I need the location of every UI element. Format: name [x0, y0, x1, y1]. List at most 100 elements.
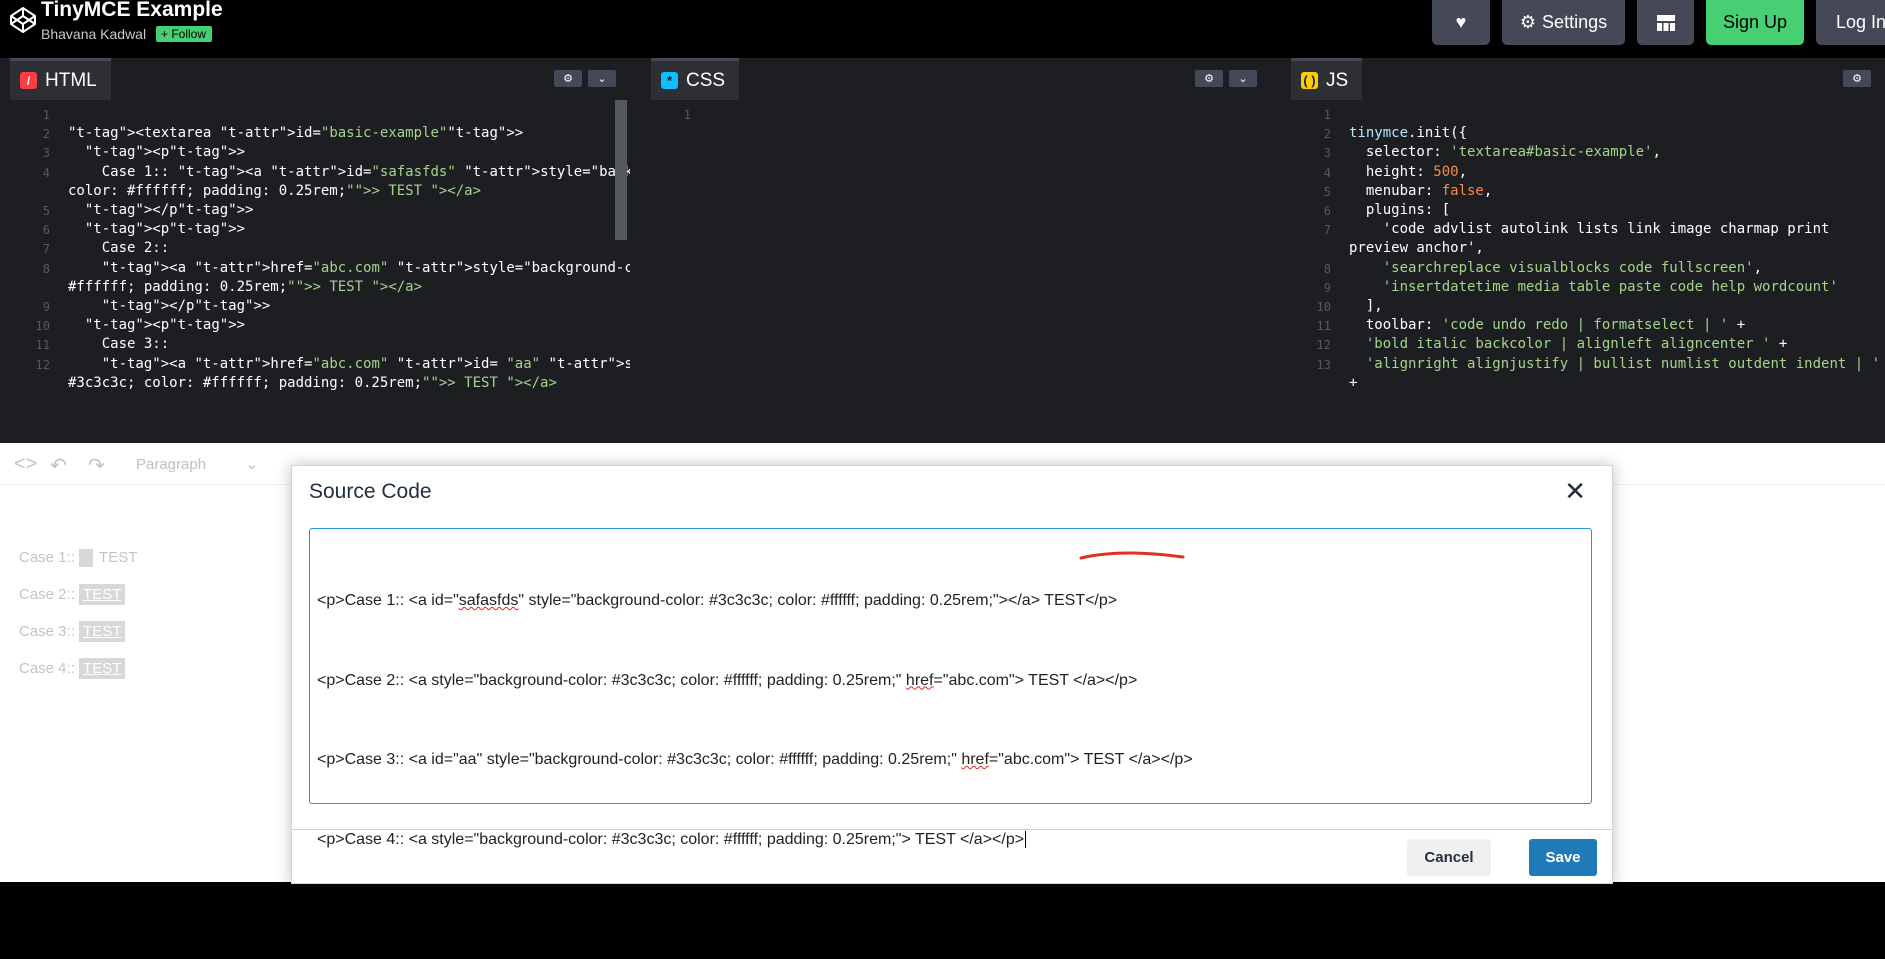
html-collapse-button[interactable]: ⌄: [588, 70, 616, 87]
code-line: 'searchreplace visualblocks code fullscr…: [1382, 259, 1763, 276]
css-settings-button[interactable]: ⚙: [1195, 70, 1223, 87]
settings-button[interactable]: ⚙ Settings: [1502, 0, 1625, 45]
settings-label: Settings: [1542, 12, 1608, 32]
login-button[interactable]: Log In: [1816, 0, 1885, 45]
codepen-logo-icon[interactable]: [9, 6, 37, 34]
tab-html[interactable]: / HTML: [10, 58, 111, 100]
line-number: 8: [42, 261, 50, 276]
code-line: 'insertdatetime media table paste code h…: [1382, 278, 1838, 295]
editor-paragraph: Case 2:: TEST: [19, 584, 126, 605]
heart-icon: ♥: [1455, 12, 1467, 32]
chevron-down-icon: ⌄: [245, 456, 258, 473]
editor-panels: / HTML ⚙ ⌄ 1 2 "t-tag"><textarea "t-attr">…: [0, 58, 1885, 443]
html-panel: / HTML ⚙ ⌄ 1 2 "t-tag"><textarea "t-attr">…: [10, 58, 630, 443]
code-line: menubar: false,: [1349, 182, 1493, 199]
pen-title[interactable]: TinyMCE Example: [41, 0, 223, 22]
follow-button[interactable]: + Follow: [156, 26, 213, 42]
case-label: Case 2::: [19, 586, 80, 603]
gear-icon: ⚙: [1852, 73, 1862, 85]
chevron-down-icon: ⌄: [597, 73, 607, 85]
source-code-icon[interactable]: <>: [14, 453, 37, 476]
code-line: "t-tag"><a "t-attr">href="abc.com" "t-at…: [101, 259, 630, 276]
line-number: 12: [35, 357, 50, 372]
code-line: selector: 'textarea#basic-example',: [1349, 144, 1661, 161]
case-link[interactable]: TEST: [79, 658, 126, 679]
tab-js-label: JS: [1326, 69, 1349, 91]
anchor-icon[interactable]: [79, 549, 94, 568]
line-number: 2: [42, 127, 50, 142]
signup-button[interactable]: Sign Up: [1706, 0, 1804, 45]
redo-icon[interactable]: ↷: [88, 453, 105, 478]
line-number: 8: [1323, 261, 1331, 276]
js-badge-icon: ( ): [1301, 72, 1318, 89]
css-panel: * CSS ⚙ ⌄ 1: [651, 58, 1271, 443]
js-settings-button[interactable]: ⚙: [1843, 70, 1871, 87]
code-line: "t-tag"><p"t-tag">>: [84, 317, 246, 334]
line-number: 7: [1323, 223, 1331, 238]
line-number: 6: [1323, 204, 1331, 218]
chevron-down-icon: ⌄: [1238, 73, 1248, 85]
source-line: <p>Case 3:: <a id="aa" style="background…: [317, 751, 1193, 768]
case-link[interactable]: TEST: [79, 621, 126, 642]
layout-icon: [1656, 14, 1675, 31]
like-button[interactable]: ♥: [1432, 0, 1490, 45]
layout-button[interactable]: [1637, 0, 1694, 45]
html-tabbar: / HTML ⚙ ⌄: [10, 58, 630, 100]
css-code-editor[interactable]: 1: [651, 100, 1271, 443]
code-line: #ffffff; padding: 0.25rem;"">> TEST "></…: [68, 278, 423, 295]
code-line: 'code advlist autolink lists link image …: [1349, 221, 1830, 238]
code-line: ],: [1349, 298, 1383, 314]
code-line: Case 3::: [68, 336, 170, 353]
css-collapse-button[interactable]: ⌄: [1229, 70, 1257, 87]
code-line: "t-tag"><textarea "t-attr">id="basic-exa…: [68, 125, 524, 142]
save-button[interactable]: Save: [1529, 839, 1597, 876]
case-text: TEST: [99, 549, 138, 566]
html-badge-icon: /: [20, 72, 37, 89]
case-label: Case 3::: [19, 623, 80, 640]
gear-icon: ⚙: [1519, 12, 1537, 32]
line-number: 9: [42, 300, 50, 314]
close-icon[interactable]: ✕: [1564, 476, 1586, 507]
tab-html-label: HTML: [45, 69, 97, 91]
html-code-editor[interactable]: 1 2 "t-tag"><textarea "t-attr">id="basic-e…: [10, 100, 630, 443]
line-number: 3: [42, 146, 50, 161]
line-number: 10: [1316, 300, 1331, 314]
html-scrollbar[interactable]: [615, 100, 627, 240]
css-badge-icon: *: [661, 72, 678, 89]
code-line: plugins: [: [1349, 202, 1451, 218]
case-label: Case 4::: [19, 660, 80, 677]
css-tabbar: * CSS ⚙ ⌄: [651, 58, 1271, 100]
code-line: "t-tag"></p"t-tag">>: [84, 202, 254, 218]
code-line: "t-tag"><a "t-attr">href="abc.com" "t-at…: [101, 355, 630, 372]
js-tabbar: ( ) JS ⚙: [1291, 58, 1885, 100]
js-code-editor[interactable]: 1 2 tinymce.init({3 selector: 'textarea#ba…: [1291, 100, 1885, 443]
html-settings-button[interactable]: ⚙: [554, 70, 582, 87]
author-name[interactable]: Bhavana Kadwal: [41, 26, 146, 42]
line-number: 6: [42, 223, 50, 238]
case-link[interactable]: TEST: [79, 584, 126, 605]
editor-paragraph: Case 1:: TEST: [19, 549, 138, 568]
line-number: 11: [35, 338, 50, 353]
cancel-button[interactable]: Cancel: [1407, 839, 1491, 876]
line-number: 7: [42, 242, 50, 257]
line-number: 3: [1323, 146, 1331, 161]
dialog-title: Source Code: [309, 480, 432, 503]
code-line: height: 500,: [1349, 163, 1468, 180]
tab-css[interactable]: * CSS: [651, 58, 740, 100]
source-line: <p>Case 1:: <a id="safasfds" style="back…: [317, 592, 1118, 609]
line-number: 10: [35, 319, 50, 334]
line-number: 4: [42, 165, 50, 180]
code-line: "t-tag"></p"t-tag">>: [101, 298, 271, 314]
source-code-textarea[interactable]: <p>Case 1:: <a id="safasfds" style="back…: [309, 528, 1592, 848]
code-line: 'bold italic backcolor | alignleft align…: [1365, 336, 1788, 353]
line-number: 1: [1323, 108, 1331, 122]
format-select[interactable]: Paragraph ⌄: [124, 449, 270, 479]
line-number: 12: [1316, 338, 1331, 353]
line-number: 4: [1323, 165, 1331, 180]
code-line: color: #ffffff; padding: 0.25rem;"">> TE…: [68, 182, 482, 199]
undo-icon[interactable]: ↶: [50, 453, 67, 478]
tab-js[interactable]: ( ) JS: [1291, 58, 1363, 100]
line-number: 1: [683, 108, 691, 122]
line-number: 5: [42, 204, 50, 218]
code-line: +: [1349, 374, 1358, 391]
